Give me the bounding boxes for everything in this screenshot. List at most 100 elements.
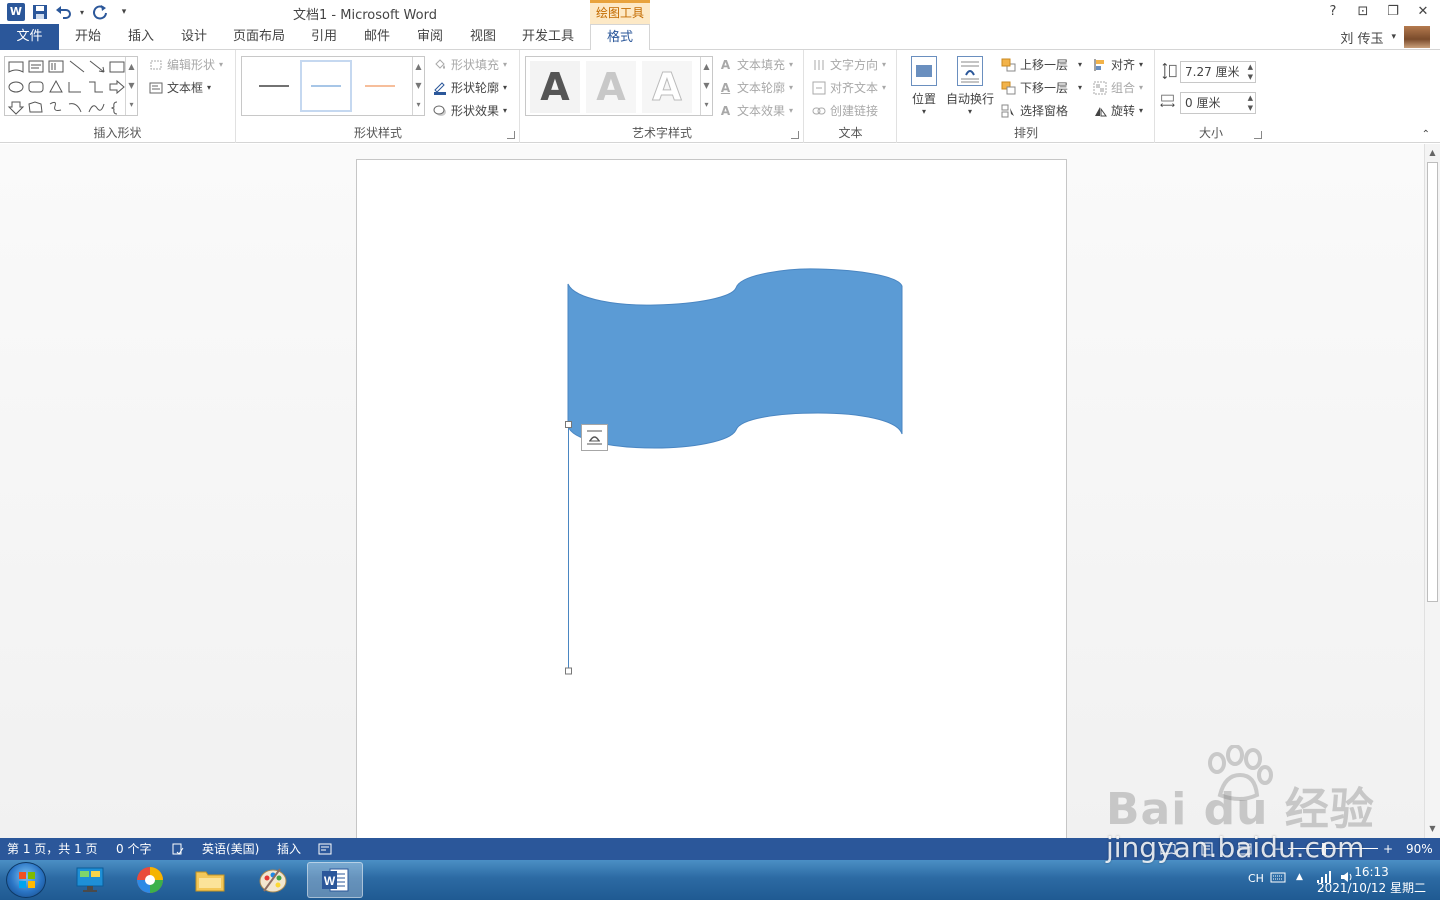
- restore-button[interactable]: ❐: [1382, 2, 1404, 22]
- zoom-slider[interactable]: [1288, 848, 1378, 849]
- selection-pane-label: 选择窗格: [1020, 104, 1069, 118]
- ribbon-display-options-button[interactable]: ⊡: [1352, 2, 1374, 22]
- text-direction-label: 文字方向: [830, 58, 879, 72]
- shape-height-spinner[interactable]: ▲ ▼: [1248, 62, 1253, 82]
- web-layout-icon[interactable]: [1238, 838, 1252, 860]
- start-button[interactable]: [6, 862, 46, 898]
- text-direction-button[interactable]: 文字方向 ▾: [811, 56, 886, 73]
- tab-design[interactable]: 设计: [169, 24, 219, 50]
- close-button[interactable]: ✕: [1412, 2, 1434, 22]
- wordart-gallery-scroll[interactable]: ▲ ▼ ▾: [700, 57, 712, 115]
- selection-pane-button[interactable]: 选择窗格: [1001, 102, 1068, 119]
- status-insert-mode[interactable]: 插入: [277, 838, 301, 860]
- tab-page-layout[interactable]: 页面布局: [224, 24, 294, 50]
- wordart-styles-gallery[interactable]: A A A ▲ ▼ ▾: [525, 56, 713, 116]
- position-button[interactable]: 位置 ▾: [906, 56, 942, 116]
- taskbar-desktop-app[interactable]: [62, 862, 118, 898]
- wordart-style-light[interactable]: A: [586, 61, 636, 113]
- align-label: 对齐: [1111, 58, 1136, 72]
- wordart-styles-launcher-icon[interactable]: [791, 131, 799, 139]
- tab-home[interactable]: 开始: [62, 24, 114, 50]
- shape-width-spinner[interactable]: ▲ ▼: [1248, 93, 1253, 113]
- document-area[interactable]: [0, 144, 1424, 838]
- status-word-count[interactable]: 0 个字: [116, 838, 151, 860]
- scrollbar-thumb[interactable]: [1427, 162, 1438, 602]
- help-button[interactable]: ?: [1322, 2, 1344, 22]
- wordart-style-dark[interactable]: A: [530, 61, 580, 113]
- proofing-icon[interactable]: [171, 838, 185, 860]
- shape-width-input[interactable]: 0 厘米 ▲ ▼: [1180, 92, 1256, 114]
- ribbon-tabs: 文件 开始 插入 设计 页面布局 引用 邮件 审阅 视图 开发工具 格式 刘 传…: [0, 24, 1440, 51]
- taskbar-paint-app[interactable]: [245, 862, 301, 898]
- tab-references[interactable]: 引用: [299, 24, 349, 50]
- shape-effects-button[interactable]: 形状效果 ▾: [432, 102, 507, 119]
- text-effects-button[interactable]: A 文本效果 ▾: [718, 102, 793, 119]
- group-label: 组合: [1111, 81, 1136, 95]
- bring-forward-button[interactable]: 上移一层 ▾: [1001, 56, 1082, 73]
- status-zoom-level[interactable]: 90%: [1406, 838, 1433, 860]
- status-page-count[interactable]: 第 1 页，共 1 页: [7, 838, 98, 860]
- text-box-button[interactable]: 文本框 ▾: [148, 79, 211, 96]
- align-text-button[interactable]: 对齐文本 ▾: [811, 79, 886, 96]
- group-button[interactable]: 组合 ▾: [1092, 79, 1143, 96]
- layout-options-button[interactable]: [581, 424, 608, 451]
- collapse-ribbon-icon[interactable]: ⌃: [1422, 129, 1430, 140]
- pencil-outline-icon: [432, 81, 447, 95]
- edit-shape-button[interactable]: 编辑形状 ▾: [148, 56, 223, 73]
- zoom-slider-thumb[interactable]: [1322, 843, 1326, 855]
- browser-icon: [137, 867, 163, 893]
- macro-record-icon[interactable]: [318, 838, 332, 860]
- shape-styles-gallery[interactable]: ▲ ▼ ▾: [241, 56, 425, 116]
- shape-styles-gallery-scroll[interactable]: ▲ ▼ ▾: [412, 57, 424, 115]
- document-page[interactable]: [356, 159, 1067, 838]
- tab-developer[interactable]: 开发工具: [514, 24, 582, 50]
- wordart-style-outline[interactable]: A: [642, 61, 692, 113]
- wrap-text-button[interactable]: 自动换行 ▾: [944, 56, 996, 116]
- shape-style-blue-line[interactable]: [300, 60, 352, 112]
- shapes-gallery[interactable]: ▲ ▼ ▾: [4, 56, 138, 116]
- taskbar-word-app[interactable]: W: [307, 862, 363, 898]
- user-account[interactable]: 刘 传玉 ▾: [1340, 24, 1430, 50]
- tab-file[interactable]: 文件: [0, 24, 59, 50]
- zoom-in-icon[interactable]: +: [1383, 838, 1393, 860]
- shape-style-orange-line[interactable]: [354, 60, 406, 112]
- keyboard-icon[interactable]: [1270, 870, 1286, 887]
- shape-styles-launcher-icon[interactable]: [507, 131, 515, 139]
- send-backward-button[interactable]: 下移一层 ▾: [1001, 79, 1082, 96]
- size-launcher-icon[interactable]: [1254, 131, 1262, 139]
- shape-outline-button[interactable]: 形状轮廓 ▾: [432, 79, 507, 96]
- scroll-up-icon[interactable]: ▲: [1425, 146, 1440, 160]
- text-fill-label: 文本填充: [737, 58, 786, 72]
- zoom-out-icon[interactable]: −: [1274, 838, 1284, 860]
- create-link-button[interactable]: 创建链接: [811, 102, 878, 119]
- text-outline-button[interactable]: A 文本轮廓 ▾: [718, 79, 793, 96]
- rotate-button[interactable]: 旋转 ▾: [1092, 102, 1143, 119]
- shape-fill-button[interactable]: 形状填充 ▾: [432, 56, 507, 73]
- align-button[interactable]: 对齐 ▾: [1092, 56, 1143, 73]
- text-fill-button[interactable]: A 文本填充 ▾: [718, 56, 793, 73]
- shape-height-input[interactable]: 7.27 厘米 ▲ ▼: [1180, 61, 1256, 83]
- tab-view[interactable]: 视图: [458, 24, 508, 50]
- text-outline-icon: A: [720, 80, 731, 95]
- ime-indicator[interactable]: CH: [1248, 872, 1264, 885]
- text-direction-icon: [811, 58, 826, 72]
- group-wordart-styles: A A A ▲ ▼ ▾ A 文本填充 ▾ A 文本轮廓 ▾ A 文本效果 ▾ 艺术字…: [521, 50, 804, 143]
- tab-format[interactable]: 格式: [590, 24, 650, 51]
- read-mode-icon[interactable]: [1160, 838, 1176, 860]
- scroll-down-icon[interactable]: ▼: [1425, 822, 1440, 836]
- tray-expand-icon[interactable]: ▲: [1296, 872, 1303, 882]
- send-backward-icon: [1001, 81, 1016, 95]
- taskbar-browser-app[interactable]: [122, 862, 178, 898]
- shape-width-icon: [1160, 94, 1175, 108]
- status-language[interactable]: 英语(美国): [202, 838, 259, 860]
- shape-style-dark-line[interactable]: [248, 60, 300, 112]
- vertical-scrollbar[interactable]: ▲ ▼: [1424, 144, 1440, 838]
- tab-review[interactable]: 审阅: [405, 24, 455, 50]
- print-layout-icon[interactable]: [1200, 838, 1214, 860]
- shapes-gallery-scroll[interactable]: ▲ ▼ ▾: [125, 57, 137, 115]
- taskbar-explorer-app[interactable]: [182, 862, 238, 898]
- wrap-text-label: 自动换行: [945, 92, 994, 106]
- clock[interactable]: 16:13 2021/10/12 星期二: [1317, 864, 1426, 896]
- tab-mailings[interactable]: 邮件: [352, 24, 402, 50]
- tab-insert[interactable]: 插入: [116, 24, 166, 50]
